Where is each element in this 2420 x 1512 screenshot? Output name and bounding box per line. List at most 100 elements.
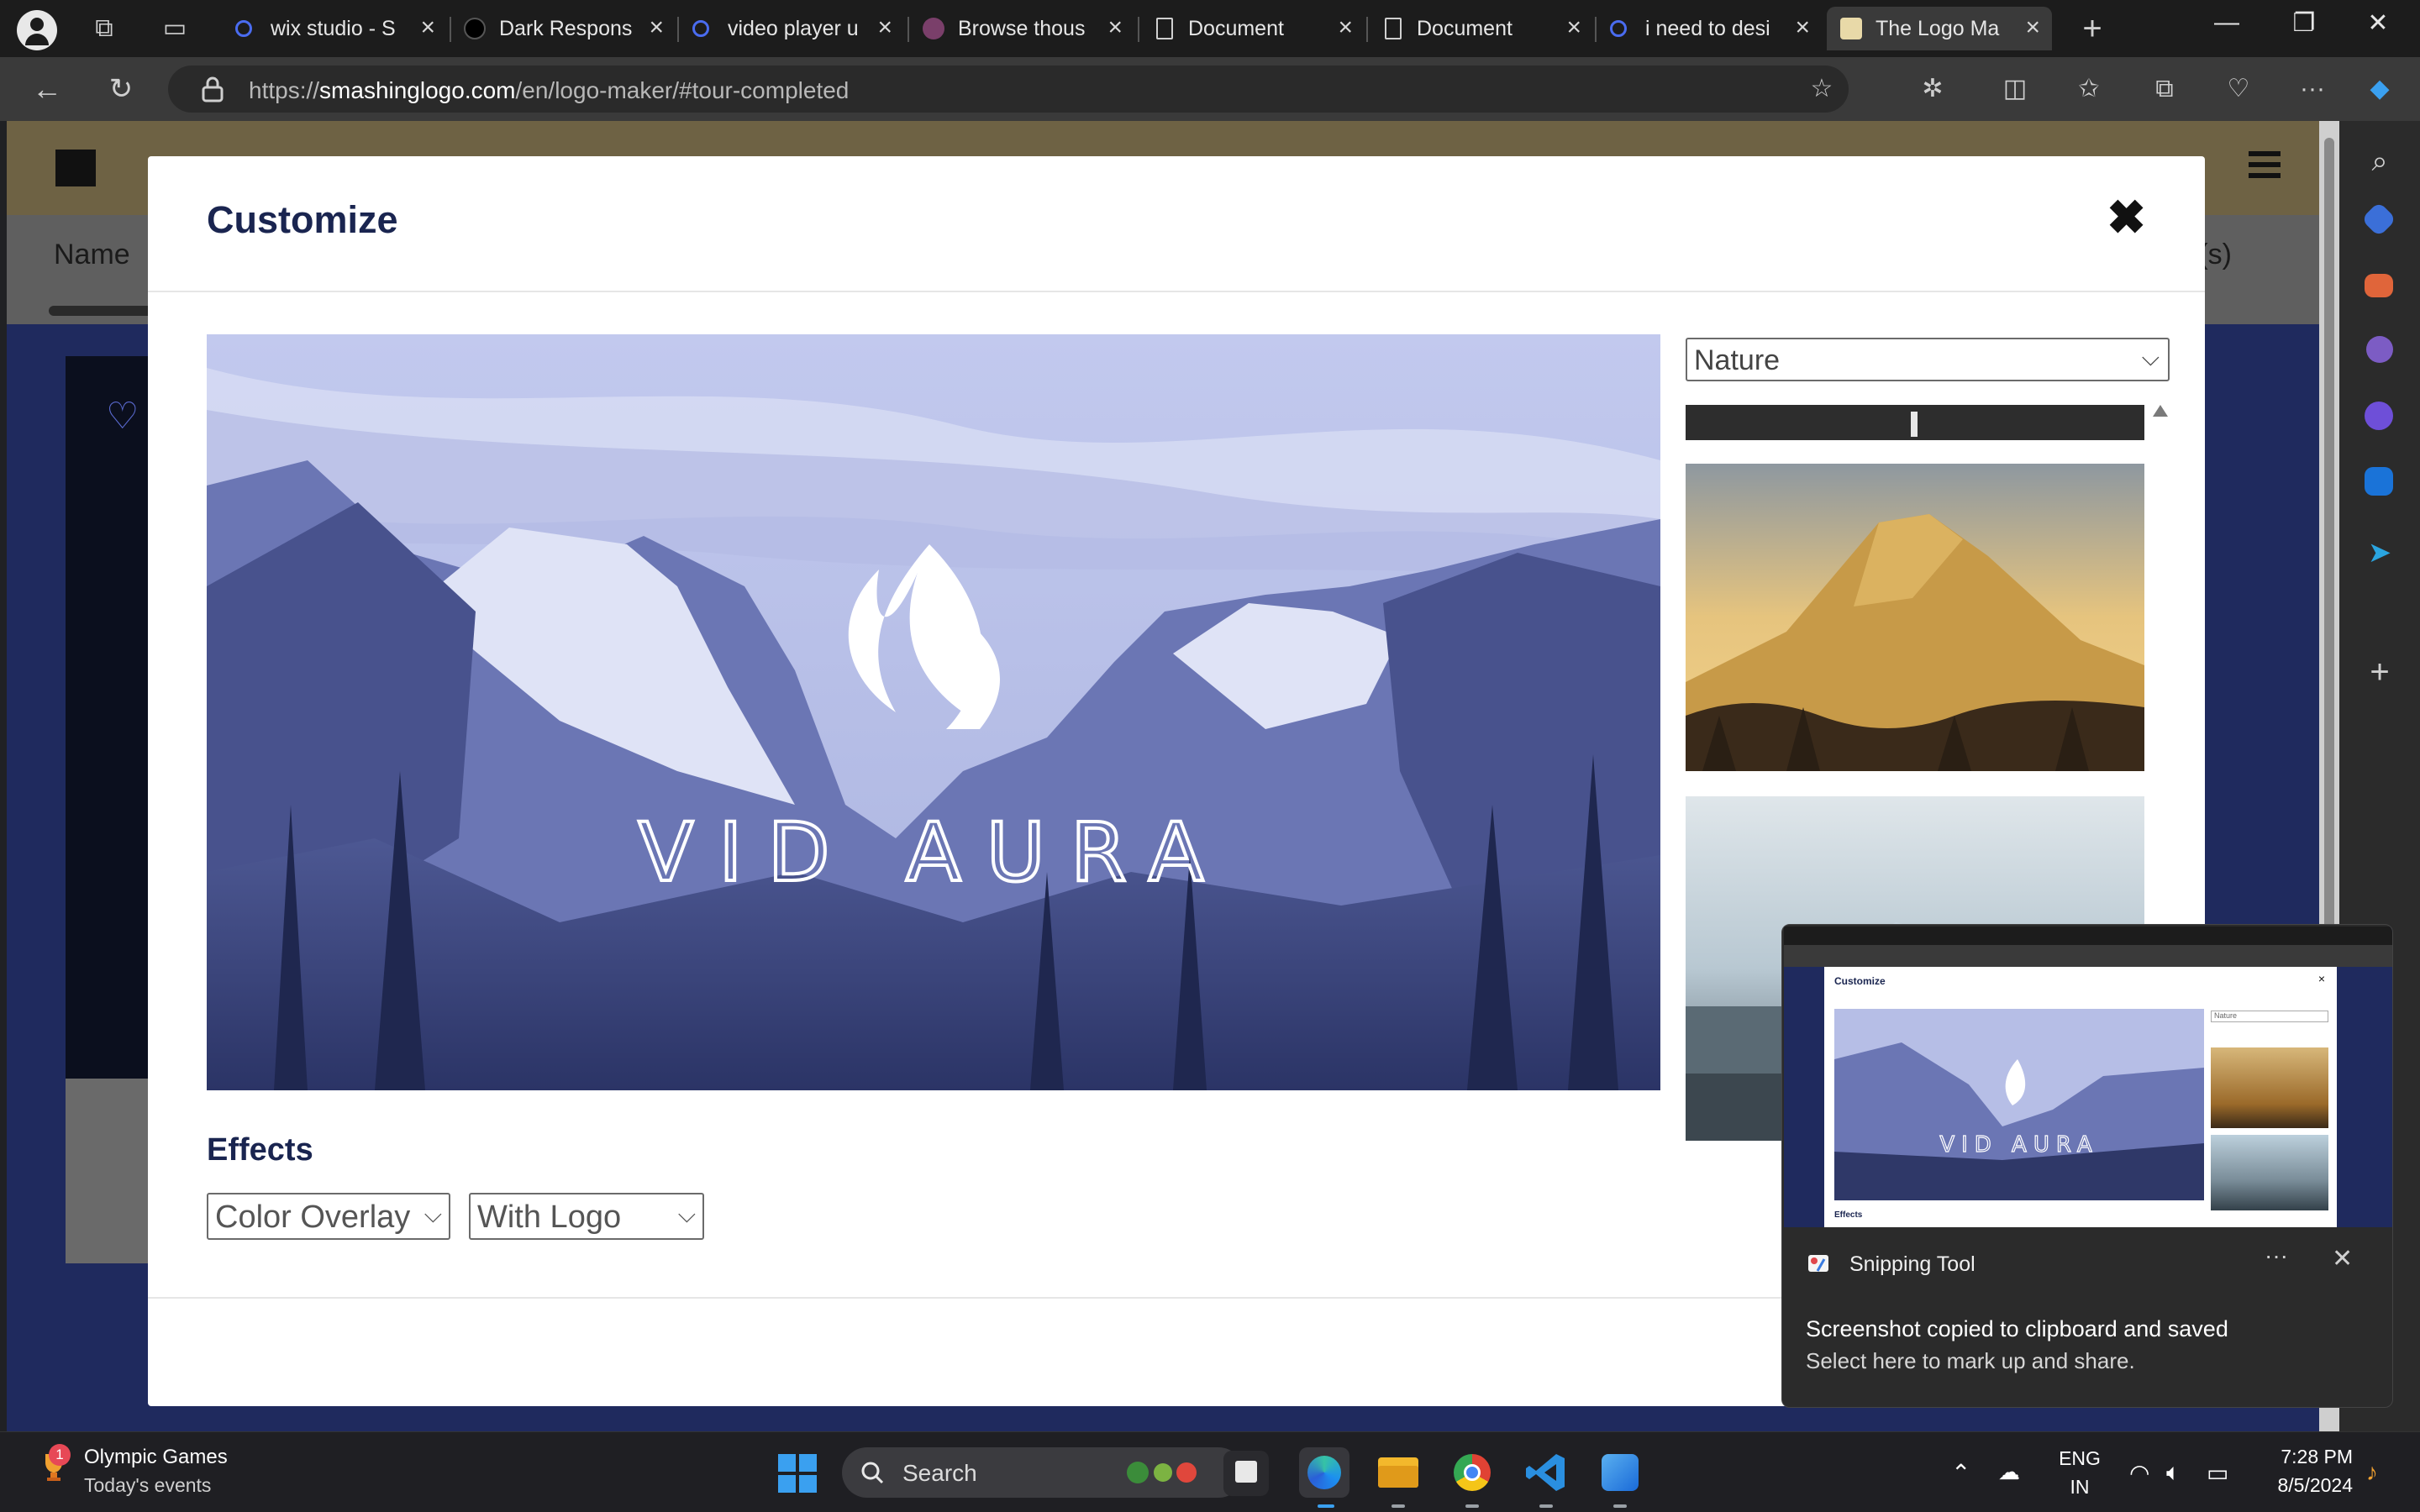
widget-title: Olympic Games [84, 1446, 228, 1468]
photos-app-icon[interactable] [1595, 1447, 1645, 1498]
tab-logo-maker[interactable]: The Logo Ma × [1827, 7, 2052, 50]
profile-icon[interactable] [17, 10, 57, 50]
new-tab-icon[interactable]: + [2072, 8, 2112, 49]
back-icon[interactable]: ← [27, 69, 67, 109]
sidebar-outlook-icon[interactable] [2365, 467, 2393, 496]
snipping-tool-icon [1808, 1255, 1828, 1272]
background-category-select[interactable]: Nature ⌵ [1686, 338, 2170, 381]
volume-icon[interactable]: 🔈︎ [2166, 1459, 2181, 1487]
screenshot-thumbnail[interactable]: Customize × Nature VID AURA Effects [1784, 927, 2392, 1227]
notification-close-icon[interactable]: ✕ [2332, 1244, 2353, 1273]
clock-time[interactable]: 7:28 PM [2252, 1446, 2353, 1468]
mini-thumb-mountain [2211, 1047, 2328, 1128]
tab-close-icon[interactable]: × [2025, 13, 2040, 42]
tab-close-icon[interactable]: × [877, 13, 892, 42]
sidebar-games-icon[interactable] [2366, 336, 2393, 363]
url-host: smashinglogo.com [319, 77, 516, 103]
sidebar-search-icon[interactable]: ⌕ [2360, 141, 2400, 181]
more-options-icon[interactable]: ··· [2265, 1242, 2288, 1269]
browser-essentials-icon[interactable]: ♡ [2218, 69, 2259, 109]
tab-close-icon[interactable]: × [1338, 13, 1353, 42]
logo-mode-select[interactable]: With Logo ⌵ [469, 1193, 704, 1240]
restore-icon[interactable]: ❐ [2279, 8, 2329, 38]
sidebar-tools-icon[interactable] [2365, 274, 2393, 297]
copilot-icon[interactable]: ◆ [2360, 69, 2400, 109]
tab-close-icon[interactable]: × [649, 13, 664, 42]
brand-name-text: VID AURA [639, 806, 1229, 900]
battery-icon[interactable]: ▭ [2207, 1459, 2228, 1487]
mini-modal: Customize × Nature VID AURA Effects [1824, 967, 2337, 1227]
modal-close-icon[interactable]: ✖ [2107, 190, 2146, 245]
sidebar-add-icon[interactable]: + [2360, 652, 2400, 692]
task-view-icon[interactable] [1223, 1451, 1269, 1496]
clock-date[interactable]: 8/5/2024 [2252, 1474, 2353, 1497]
onedrive-icon[interactable]: ☁ [1998, 1459, 2020, 1485]
effect-select[interactable]: Color Overlay ⌵ [207, 1193, 450, 1240]
wifi-icon[interactable]: ◠ [2129, 1459, 2149, 1487]
favorites-icon[interactable]: ✩ [2069, 69, 2109, 109]
tab-i-need-to-design[interactable]: i need to desi × [1597, 7, 1822, 50]
url-path: /en/logo-maker/#tour-completed [515, 77, 850, 103]
sidebar-shopping-icon[interactable] [2360, 201, 2397, 238]
tab-close-icon[interactable]: × [1566, 13, 1581, 42]
site-logo-icon[interactable] [55, 150, 96, 186]
mini-addressbar [1784, 945, 2392, 967]
tab-wix-studio[interactable]: wix studio - S × [222, 7, 447, 50]
extensions-icon[interactable]: ✲ [1912, 69, 1953, 109]
notification-message: Screenshot copied to clipboard and saved [1806, 1316, 2228, 1341]
minimize-icon[interactable]: — [2202, 8, 2252, 37]
chevron-down-icon: ⌵ [2141, 344, 2160, 370]
start-button[interactable] [778, 1454, 817, 1493]
scroll-up-icon[interactable] [2153, 405, 2168, 417]
search-icon [861, 1462, 884, 1484]
modal-title: Customize [207, 198, 398, 241]
tab-dark-responsive[interactable]: Dark Respons × [450, 7, 676, 50]
search-highlight-icon [1123, 1457, 1207, 1494]
windows-logo-tile [778, 1475, 796, 1493]
favorite-star-icon[interactable]: ☆ [1802, 69, 1842, 109]
notification-submessage: Select here to mark up and share. [1806, 1348, 2135, 1373]
chrome-icon[interactable] [1447, 1447, 1497, 1498]
chrome-running-indicator [1465, 1504, 1479, 1508]
split-screen-icon[interactable]: ◫ [1995, 69, 2035, 109]
show-hidden-icons-icon[interactable]: ⌃ [1951, 1459, 1970, 1487]
refresh-icon[interactable]: ↻ [101, 69, 141, 109]
heart-icon[interactable]: ♡ [106, 395, 139, 438]
tab-close-icon[interactable]: × [420, 13, 435, 42]
sidebar-copilot-icon[interactable] [2365, 402, 2393, 430]
window-close-icon[interactable]: ✕ [2353, 8, 2403, 38]
language-indicator[interactable]: ENG [2050, 1447, 2109, 1470]
snipping-tool-notification[interactable]: Customize × Nature VID AURA Effects Snip… [1781, 924, 2393, 1408]
tab-title: video player u [728, 17, 859, 40]
address-bar[interactable]: https://smashinglogo.com/en/logo-maker/#… [168, 66, 1849, 113]
name-label: Name [54, 239, 130, 270]
tab-browse[interactable]: Browse thous × [909, 7, 1134, 50]
region-indicator[interactable]: IN [2050, 1476, 2109, 1499]
edge-taskbar-icon[interactable] [1299, 1447, 1349, 1498]
dribbble-favicon-icon [923, 18, 944, 39]
hamburger-icon[interactable] [2249, 151, 2281, 156]
tab-title: Document [1417, 17, 1512, 40]
search-favicon-icon [1610, 20, 1627, 37]
workspaces-icon[interactable]: ⧉ [84, 8, 124, 49]
file-explorer-icon[interactable] [1373, 1447, 1423, 1498]
taskbar-search[interactable]: Search [842, 1447, 1244, 1498]
tab-actions-icon[interactable]: ▭ [155, 8, 195, 49]
dark-favicon-icon [464, 18, 486, 39]
windows-logo-tile [799, 1475, 817, 1493]
tab-document-2[interactable]: Document × [1368, 7, 1593, 50]
collections-icon[interactable]: ⧉ [2144, 69, 2185, 109]
tab-close-icon[interactable]: × [1795, 13, 1810, 42]
tab-video-player[interactable]: video player u × [679, 7, 904, 50]
notification-bell-icon[interactable]: ♪ [2366, 1459, 2378, 1486]
sidebar-send-icon[interactable]: ➤ [2360, 533, 2400, 573]
thumbnail-road[interactable] [1686, 405, 2144, 440]
document-icon [1385, 18, 1402, 39]
mini-category-select: Nature [2211, 1011, 2328, 1022]
more-menu-icon[interactable]: ··· [2292, 69, 2333, 109]
tab-document-1[interactable]: Document × [1139, 7, 1365, 50]
tab-close-icon[interactable]: × [1107, 13, 1123, 42]
vscode-icon[interactable] [1521, 1447, 1571, 1498]
thumbnail-mountain-sunset[interactable] [1686, 464, 2144, 771]
tab-title: The Logo Ma [1876, 17, 2000, 40]
